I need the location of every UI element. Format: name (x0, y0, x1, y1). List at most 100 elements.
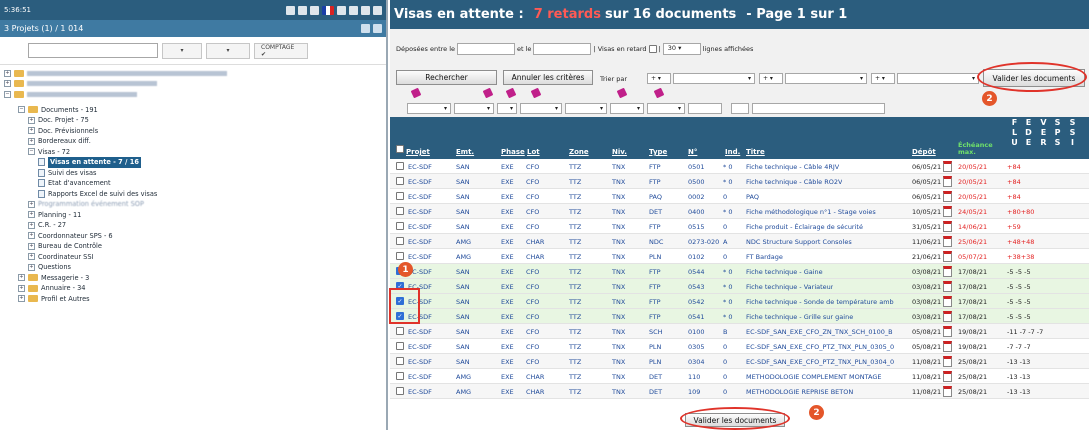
user-icon[interactable] (298, 5, 307, 15)
cell-titre[interactable]: Fiche technique - Grille sur gaine (746, 313, 853, 321)
tree-item[interactable]: Visas en attente - 7 / 16 (0, 157, 386, 168)
cell-titre[interactable]: METHODOLOGIE REPRISE BETON (746, 388, 853, 396)
refresh-projects-icon[interactable] (361, 24, 370, 33)
expand-toggle-icon[interactable]: + (18, 295, 25, 303)
expand-toggle-icon[interactable]: + (28, 263, 35, 271)
col-phase[interactable]: Phase (501, 148, 525, 156)
monitor-icon[interactable] (286, 5, 295, 15)
refresh-icon[interactable] (349, 5, 358, 15)
rows-select[interactable]: 30 ▾ (662, 43, 701, 55)
french-flag-icon[interactable] (322, 5, 334, 15)
expand-toggle-icon[interactable]: + (28, 127, 35, 135)
tree-item[interactable]: + Doc. Prévisionnels (0, 126, 386, 137)
col-echeance[interactable]: Échéance max. (958, 142, 998, 156)
cell-titre[interactable]: NDC Structure Support Consoles (746, 238, 852, 246)
cell-projet[interactable]: EC-SDF (408, 328, 432, 336)
cell-titre[interactable]: Fiche technique - Câble RO2V (746, 178, 842, 186)
close-icon[interactable] (373, 5, 382, 15)
collapse-icon[interactable] (373, 24, 382, 33)
pdf-icon[interactable] (943, 251, 952, 262)
filter-emt[interactable]: ▾ (454, 103, 494, 114)
expand-toggle-icon[interactable]: + (28, 242, 35, 250)
cell-projet[interactable]: EC-SDF (408, 193, 432, 201)
col-projet[interactable]: Projet (406, 148, 430, 156)
col-emt[interactable]: Emt. (456, 148, 474, 156)
sort-field-3[interactable]: ▾ (897, 73, 979, 84)
cell-titre[interactable]: Fiche technique - Variateur (746, 283, 833, 291)
edit-filter-icon[interactable] (505, 87, 517, 99)
cell-projet[interactable]: EC-SDF (408, 163, 432, 171)
late-filter-checkbox[interactable] (648, 45, 657, 53)
date-from-input[interactable] (457, 43, 516, 55)
tree-item[interactable]: + Questions (0, 262, 386, 273)
expand-toggle-icon[interactable]: − (18, 106, 25, 114)
cell-titre[interactable]: Fiche produit - Éclairage de sécurité (746, 223, 863, 231)
expand-toggle-icon[interactable]: + (28, 221, 35, 229)
expand-icon[interactable] (361, 5, 370, 15)
pdf-icon[interactable] (943, 161, 952, 172)
help-icon[interactable] (310, 5, 319, 15)
expand-toggle-icon[interactable]: + (28, 116, 35, 124)
row-checkbox[interactable] (396, 357, 404, 365)
reset-button[interactable]: Annuler les critères (503, 70, 593, 85)
sort-dir-3[interactable]: + ▾ (871, 73, 895, 84)
cell-projet[interactable]: EC-SDF (408, 223, 432, 231)
edit-filter-icon[interactable] (616, 87, 628, 99)
row-checkbox[interactable] (396, 387, 404, 395)
tree-item[interactable]: + Annuaire - 34 (0, 283, 386, 294)
projects-bar[interactable]: 3 Projets (1) / 1 014 (0, 20, 386, 37)
cell-projet[interactable]: EC-SDF (408, 238, 432, 246)
cell-titre[interactable]: METHODOLOGIE COMPLEMENT MONTAGE (746, 373, 882, 381)
expand-toggle-icon[interactable]: + (18, 284, 25, 292)
tree-item[interactable]: + Messagerie - 3 (0, 273, 386, 284)
expand-toggle-icon[interactable]: + (28, 200, 35, 208)
project-item[interactable]: + (4, 68, 386, 79)
cell-projet[interactable]: EC-SDF (408, 253, 432, 261)
sort-field-1[interactable]: ▾ (673, 73, 755, 84)
project-item[interactable]: + (4, 79, 386, 90)
cell-titre[interactable]: EC-SDF_SAN_EXE_CFO_PTZ_TNX_PLN_0304_0 (746, 358, 894, 366)
pdf-icon[interactable] (943, 341, 952, 352)
cell-titre[interactable]: Fiche technique - Câble 4RJV (746, 163, 839, 171)
pdf-icon[interactable] (943, 386, 952, 397)
row-checkbox[interactable] (396, 327, 404, 335)
pdf-icon[interactable] (943, 176, 952, 187)
cell-titre[interactable]: EC-SDF_SAN_EXE_CFO_PTZ_TNX_PLN_0305_0 (746, 343, 894, 351)
filter-niv[interactable]: ▾ (610, 103, 644, 114)
cell-projet[interactable]: EC-SDF (408, 388, 432, 396)
pdf-icon[interactable] (943, 281, 952, 292)
edit-filter-icon[interactable] (653, 87, 665, 99)
sort-field-2[interactable]: ▾ (785, 73, 867, 84)
cell-titre[interactable]: Fiche technique - Gaine (746, 268, 823, 276)
tree-item[interactable]: + Bureau de Contrôle (0, 241, 386, 252)
col-type[interactable]: Type (649, 148, 667, 156)
pdf-icon[interactable] (943, 236, 952, 247)
filter-type[interactable]: ▾ (647, 103, 685, 114)
col-ind[interactable]: Ind. (725, 148, 740, 156)
tree-item[interactable]: + Bordereaux diff. (0, 136, 386, 147)
pdf-icon[interactable] (943, 371, 952, 382)
row-checkbox[interactable] (396, 192, 404, 200)
col-niv[interactable]: Niv. (612, 148, 627, 156)
expand-toggle-icon[interactable]: − (28, 148, 35, 156)
filter-zone[interactable]: ▾ (565, 103, 607, 114)
row-checkbox[interactable] (396, 162, 404, 170)
tree-item[interactable]: + Coordonnateur SPS - 6 (0, 231, 386, 242)
share-icon[interactable] (337, 5, 346, 15)
pdf-icon[interactable] (943, 206, 952, 217)
tree-item[interactable]: + Doc. Projet - 75 (0, 115, 386, 126)
tree-item[interactable]: Suivi des visas (0, 168, 386, 179)
col-num[interactable]: N° (688, 148, 697, 156)
row-checkbox[interactable] (396, 252, 404, 260)
cell-projet[interactable]: EC-SDF (408, 208, 432, 216)
cell-projet[interactable]: EC-SDF (408, 358, 432, 366)
tree-item[interactable]: + Programmation événement SOP (0, 199, 386, 210)
row-checkbox[interactable] (396, 222, 404, 230)
search-button[interactable]: Rechercher (396, 70, 497, 85)
expand-toggle-icon[interactable]: + (18, 274, 25, 282)
sort-dir-1[interactable]: + ▾ (647, 73, 671, 84)
col-titre[interactable]: Titre (746, 148, 765, 156)
tree-item[interactable]: + C.R. - 27 (0, 220, 386, 231)
cell-projet[interactable]: EC-SDF (408, 373, 432, 381)
project-item[interactable]: − (4, 89, 386, 100)
